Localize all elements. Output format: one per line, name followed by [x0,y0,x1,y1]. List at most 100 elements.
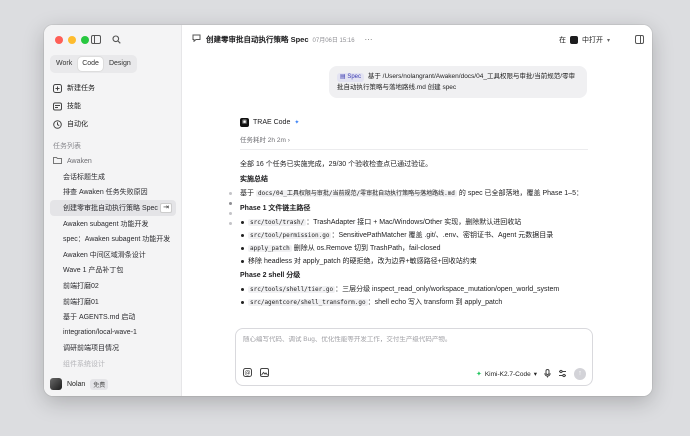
task-item[interactable]: Awaken 中间区域滑条设计 [50,247,176,263]
list-item: src/tools/shell/tier.go ：三层分级 inspect_rea… [240,284,588,295]
assistant-name: TRAE Code [253,119,291,126]
assistant-header: ▣ TRAE Code ✦ [240,118,588,127]
list-item-text: 删除从 os.Remove 切到 TrashPath，fail-closed [293,245,441,252]
sparkle-icon: ✦ [475,371,482,378]
task-item[interactable]: spec：Awaken subagent 功能开发 [50,231,176,247]
task-item[interactable]: Awaken subagent 功能开发 [50,216,176,232]
message-navigator [229,192,232,225]
list-item: 移除 headless 对 apply_patch 的硬拒绝，改为边界+敏感路径… [240,256,588,267]
mode-design-tab[interactable]: Design [105,57,135,71]
task-item[interactable]: 会话标题生成 [50,169,176,185]
nav-skills[interactable]: 技能 [50,97,176,115]
task-item[interactable]: 排查 Awaken 任务失败原因 [50,185,176,201]
verified-icon: ✦ [294,120,300,126]
user-message-bubble: ▤ Spec 基于 /Users/nolangrant/Awaken/docs/… [329,66,587,98]
maximize-window-button[interactable] [81,36,89,44]
open-in-prefix: 在 [558,37,566,44]
microphone-icon[interactable] [544,368,551,380]
task-duration-label: 任务耗时 2h 2m [240,137,286,144]
nav-new-task[interactable]: 新建任务 [50,79,176,97]
phase2-list: src/tools/shell/tier.go ：三层分级 inspect_rea… [240,284,588,308]
user-message-text: 基于 /Users/nolangrant/Awaken/docs/04_工具权限… [337,73,576,91]
model-selector[interactable]: ✦ Kimi-K2.7-Code ▾ [475,370,537,379]
sidebar-toggle-icon[interactable] [90,33,102,45]
image-attach-icon[interactable] [260,368,269,379]
user-name: Nolan [67,380,86,388]
plan-badge: 免费 [90,378,109,390]
task-duration[interactable]: 任务耗时 2h 2m › [240,134,588,144]
task-item[interactable]: 组件系统设计 [50,356,176,372]
task-item[interactable]: integration/local-wave-1 [50,325,176,341]
sidebar-toolbar [90,33,122,45]
prompt-input[interactable] [243,336,583,343]
close-window-button[interactable] [55,36,63,44]
chevron-down-icon: ▾ [533,371,537,378]
model-name: Kimi-K2.7-Code [484,370,531,378]
intro-text: 全部 16 个任务已实施完成，29/30 个验收检查点已通过验证。 [240,161,433,168]
nav-new-task-label: 新建任务 [67,85,95,92]
chevron-down-icon: ▾ [606,37,610,44]
chevron-right-icon: › [287,137,290,144]
avatar [50,378,62,390]
task-item-label: 创建零审批自动执行策略 Spec [63,204,158,212]
list-item: src/tool/permission.go ：SensitivePathMatc… [240,230,588,241]
task-item[interactable]: 前端打磨01 [50,294,176,310]
nav-dot-active[interactable] [229,202,232,205]
inline-code: apply_patch [248,245,292,252]
main-panel: 创建零审批自动执行策略 Spec 07月06日 15:16 ··· 在 中打开 … [182,25,652,396]
nav-dot[interactable] [229,222,232,225]
task-item[interactable]: 调研前端项目情况 [50,341,176,357]
user-profile[interactable]: Nolan 免费 [50,378,109,390]
mode-code-tab[interactable]: Code [78,57,103,71]
task-collapse-icon[interactable]: ⇥ [160,203,172,214]
mode-work-tab[interactable]: Work [52,57,76,71]
open-in-label: 中打开 [581,37,603,44]
panel-toggle-icon[interactable] [635,35,644,46]
spec-chip: ▤ Spec [337,73,365,82]
session-date: 07月06日 15:16 [312,37,355,44]
nav-dot[interactable] [229,192,232,195]
task-item-selected[interactable]: 创建零审批自动执行策略 Spec ⇥ [50,200,176,216]
project-folder[interactable]: Awaken [53,156,92,166]
sidebar: Work Code Design 新建任务 技能 自动化 任务列表 Awaken… [44,25,182,396]
inline-code: src/tool/trash/ [248,219,307,226]
spec-chip-label: Spec [347,74,362,80]
automation-icon [53,119,62,129]
phase1-heading: Phase 1 文件链主路径 [240,205,311,212]
trae-logo-icon: ▣ [240,118,249,127]
mode-switcher: Work Code Design [50,55,137,73]
svg-text:@: @ [245,370,251,377]
list-item: src/agentcore/shell_transform.go ：shell e… [240,297,588,308]
page-title: 创建零审批自动执行策略 Spec [206,34,309,44]
settings-sliders-icon[interactable] [558,369,567,380]
nav-dot[interactable] [229,212,232,215]
inline-code: src/agentcore/shell_transform.go [248,299,368,306]
task-item[interactable]: 基于 AGENTS.md 启动 [50,309,176,325]
mention-icon[interactable]: @ [243,368,252,379]
send-button[interactable]: ↑ [574,368,586,380]
more-options-button[interactable]: ··· [365,35,373,44]
phase1-list: src/tool/trash/：TrashAdapter 接口 + Mac/Wi… [240,217,588,267]
nav-skills-label: 技能 [67,103,81,110]
summary-heading: 实施总结 [240,176,268,183]
minimize-window-button[interactable] [68,36,76,44]
chat-icon [192,34,201,44]
task-item[interactable]: 前端打磨02 [50,278,176,294]
inline-code: src/tool/permission.go [248,232,332,239]
list-item: src/tool/trash/：TrashAdapter 接口 + Mac/Wi… [240,217,588,228]
summary-post: 的 spec 已全部落地，覆盖 Phase 1–5： [458,190,583,197]
list-item-text: ：SensitivePathMatcher 覆盖 .git/、.env、密钥证书… [331,232,554,239]
assistant-content: 全部 16 个任务已实施完成，29/30 个验收检查点已通过验证。 实施总结 基… [240,159,588,308]
project-folder-label: Awaken [67,157,92,165]
search-icon[interactable] [110,33,122,45]
divider [240,149,588,150]
open-in-app-button[interactable]: 在 中打开 ▾ [559,35,610,45]
composer: @ ✦ Kimi-K2.7-Code ▾ ↑ [235,328,593,386]
task-item[interactable]: Wave 1 产品补丁包 [50,263,176,279]
window-controls [55,36,89,44]
app-icon [569,36,578,44]
nav-automation[interactable]: 自动化 [50,115,176,133]
list-item-text: ：shell echo 写入 transform 到 apply_patch [367,299,503,306]
inline-code: src/tools/shell/tier.go [248,286,336,293]
list-item: apply_patch 删除从 os.Remove 切到 TrashPath，f… [240,243,588,254]
